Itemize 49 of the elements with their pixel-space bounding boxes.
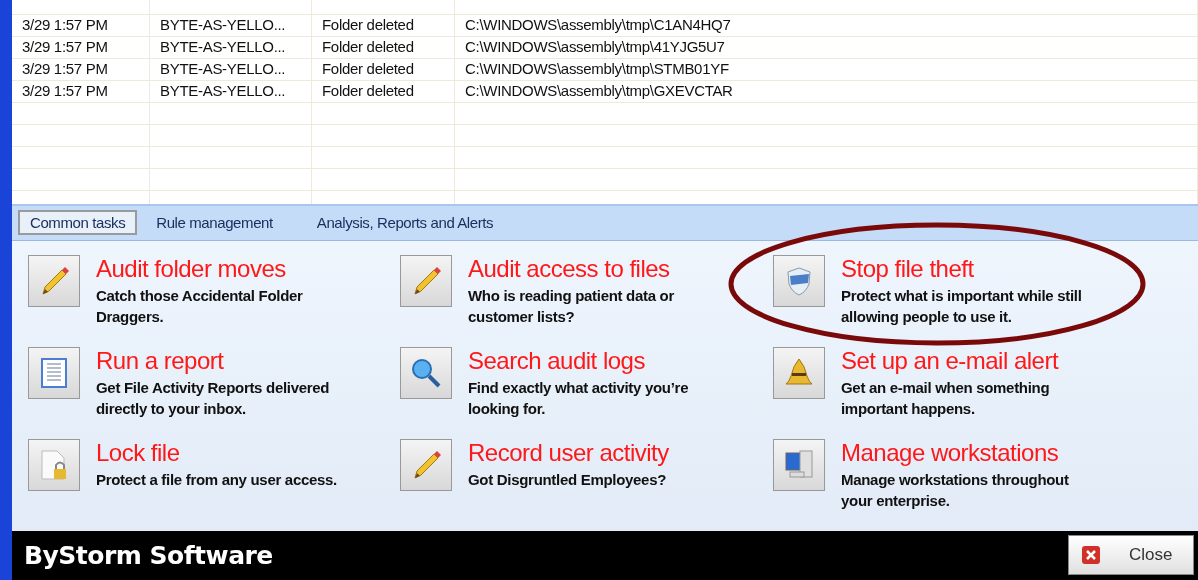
task-link[interactable]: Lock file (96, 438, 348, 467)
table-cell: 3/29 1:57 PM (12, 37, 150, 58)
task-description: Get an e-mail when something important happens. (841, 377, 1051, 419)
close-button[interactable]: Close (1068, 535, 1194, 576)
brand-name: ByStorm Software (24, 540, 273, 570)
table-cell: BYTE-AS-YELLO... (150, 81, 312, 102)
task-link[interactable]: Audit access to files (468, 254, 720, 283)
table-cell: C:\WINDOWS\assembly\tmp\GXEVCTAR (455, 81, 1198, 102)
computer-icon[interactable] (773, 438, 825, 491)
table-cell: BYTE-AS-YELLO... (150, 37, 312, 58)
table-cell: BYTE-AS-YELLO... (150, 59, 312, 80)
bell-icon[interactable] (773, 346, 825, 399)
search-icon[interactable] (400, 346, 452, 399)
pencil-icon[interactable] (400, 254, 452, 307)
task-link[interactable]: Search audit logs (468, 346, 720, 375)
task-description: Manage workstations throughout your enterprise. (841, 469, 1070, 511)
task-link[interactable]: Record user activity (468, 438, 720, 467)
table-cell: 3/29 1:57 PM (12, 81, 150, 102)
task-description: Who is reading patient data or customer lists? (468, 285, 676, 327)
task-description: Protect what is important while still allowing people to use it. (841, 285, 1083, 327)
table-cell: 3/29 1:57 PM (12, 59, 150, 80)
task-link[interactable]: Stop file theft (841, 254, 1093, 283)
task-description: Catch those Accidental Folder Draggers. (96, 285, 304, 327)
table-cell: Folder deleted (312, 15, 455, 36)
close-icon (1081, 545, 1101, 566)
task-description: Protect a file from any user access. (96, 469, 338, 490)
table-cell: C:\WINDOWS\assembly\tmp\41YJG5U7 (455, 37, 1198, 58)
table-cell: Folder deleted (312, 59, 455, 80)
locked-file-icon[interactable] (28, 438, 80, 491)
task-link[interactable]: Run a report (96, 346, 348, 375)
task-description: Find exactly what activity you’re looking for. (468, 377, 690, 419)
tab[interactable]: Common tasks (18, 210, 138, 236)
pencil-icon[interactable] (400, 438, 452, 491)
table-cell: BYTE-AS-YELLO... (150, 15, 312, 36)
shield-icon[interactable] (773, 254, 825, 307)
tab[interactable]: Rule management (145, 211, 284, 235)
table-cell: C:\WINDOWS\assembly\tmp\C1AN4HQ7 (455, 15, 1198, 36)
task-description: Get File Activity Reports delivered directly to your inbox. (96, 377, 331, 419)
tab[interactable]: Analysis, Reports and Alerts (305, 211, 505, 235)
task-link[interactable]: Set up an e-mail alert (841, 346, 1093, 375)
task-link[interactable]: Audit folder moves (96, 254, 348, 283)
table-cell: Folder deleted (312, 81, 455, 102)
task-description: Got Disgruntled Employees? (468, 469, 668, 490)
pencil-icon[interactable] (28, 254, 80, 307)
table-cell: Folder deleted (312, 37, 455, 58)
task-link[interactable]: Manage workstations (841, 438, 1093, 467)
document-icon[interactable] (28, 346, 80, 399)
table-cell: 3/29 1:57 PM (12, 15, 150, 36)
table-cell: C:\WINDOWS\assembly\tmp\STMB01YF (455, 59, 1198, 80)
